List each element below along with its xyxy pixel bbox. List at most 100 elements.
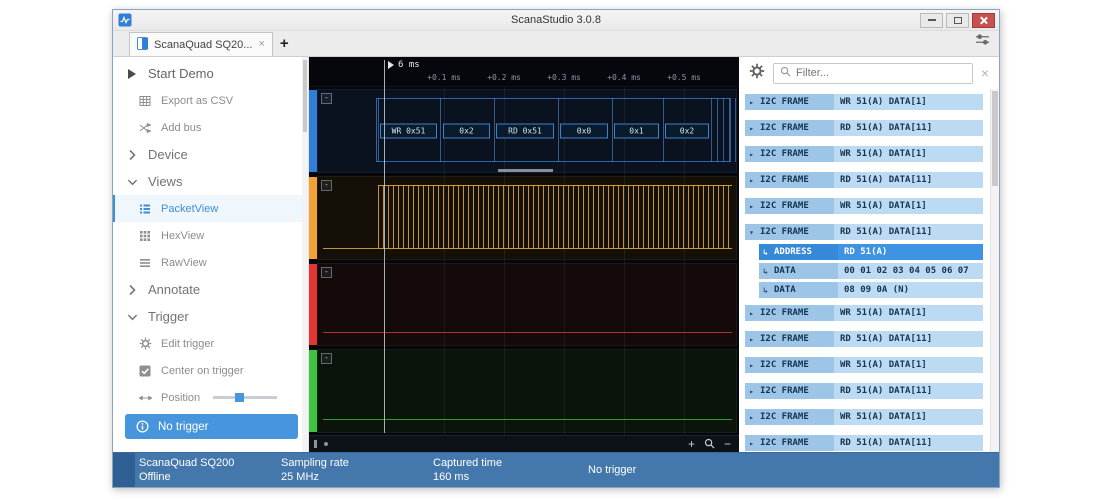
expand-triangle-icon[interactable]: ▸ [745, 435, 758, 451]
sidebar-item-rawview[interactable]: RawView [113, 249, 308, 276]
packet-row[interactable]: ▸ I2C FRAME RD 51(A) DATA[11] [745, 435, 983, 451]
packet-row[interactable]: ▸ I2C FRAME WR 51(A) DATA[1] [745, 409, 983, 425]
minimize-button[interactable] [920, 12, 943, 28]
decoded-value-box[interactable]: 0x0 [560, 123, 608, 139]
channel-3-collapse-button[interactable]: - [321, 266, 332, 278]
packet-subrow[interactable]: ↳ DATA 00 01 02 03 04 05 06 07 [759, 263, 983, 279]
sidebar-item-label: Edit trigger [161, 337, 215, 350]
expand-triangle-icon[interactable]: ▸ [745, 383, 758, 399]
filter-search-box[interactable] [773, 62, 973, 84]
sidebar-item-device[interactable]: Device [113, 141, 308, 168]
expand-triangle-icon[interactable]: ▸ [745, 409, 758, 425]
sidebar-scrollbar[interactable] [302, 57, 308, 452]
subrow-arrow-icon[interactable]: ↳ [759, 244, 772, 260]
channel-2-clock-burst [378, 184, 732, 249]
sidebar-item-label: Views [148, 174, 183, 189]
sidebar-item-label: Position [161, 391, 201, 404]
expand-triangle-icon[interactable]: ▸ [745, 146, 758, 162]
decoded-value-box[interactable]: 0x1 [614, 123, 659, 139]
sidebar-item-start-demo[interactable]: Start Demo [113, 60, 308, 87]
magnifier-icon[interactable] [704, 438, 715, 451]
sidebar-item-position[interactable]: Position [113, 384, 308, 411]
channel-4[interactable]: - [309, 349, 737, 433]
packet-row[interactable]: ▸ I2C FRAME RD 51(A) DATA[11] [745, 383, 983, 399]
packet-row[interactable]: ▸ I2C FRAME WR 51(A) DATA[1] [745, 357, 983, 373]
expand-triangle-icon[interactable]: ▸ [745, 305, 758, 321]
maximize-button[interactable] [946, 12, 969, 28]
decode-range-handle[interactable] [498, 168, 553, 172]
waveform-hscrollbar[interactable]: + − [309, 435, 739, 452]
sidebar-item-hexview[interactable]: HexView [113, 222, 308, 249]
filter-input[interactable] [796, 67, 966, 79]
zoom-in-button[interactable]: + [688, 438, 695, 450]
packet-row[interactable]: ▸ I2C FRAME WR 51(A) DATA[1] [745, 94, 983, 110]
channel-1[interactable]: - WR 0x51 0x2 RD 0x51 0x0 0x1 0x2 [309, 89, 737, 173]
packet-subrow[interactable]: ↳ ADDRESS RD 51(A) [759, 244, 983, 260]
packet-subrow[interactable]: ↳ DATA 08 09 0A (N) [759, 282, 983, 298]
channel-4-trace[interactable]: - [317, 349, 737, 433]
sidebar-item-trigger[interactable]: Trigger [113, 303, 308, 330]
channel-1-collapse-button[interactable]: - [321, 93, 332, 104]
packet-scrollbar[interactable] [990, 89, 999, 452]
packet-settings-gear-icon[interactable] [749, 63, 765, 84]
device-state: Offline [139, 471, 171, 483]
subrow-arrow-icon[interactable]: ↳ [759, 263, 772, 279]
waveform-area[interactable]: +0.1 ms +0.2 ms +0.3 ms +0.4 ms +0.5 ms 6 ms… [309, 57, 739, 452]
channel-3[interactable]: - [309, 262, 737, 347]
signal-transition [717, 98, 718, 162]
layout-settings-icon[interactable] [975, 33, 990, 51]
time-cursor[interactable] [384, 60, 385, 433]
panel-close-icon[interactable]: × [981, 66, 989, 80]
expand-triangle-icon[interactable]: ▸ [745, 120, 758, 136]
packet-row[interactable]: ▸ I2C FRAME WR 51(A) DATA[1] [745, 198, 983, 214]
hscroll-thumb[interactable] [314, 440, 317, 448]
channel-2[interactable]: - [309, 175, 737, 260]
sidebar-item-views[interactable]: Views [113, 168, 308, 195]
channel-1-color-bar[interactable] [309, 90, 317, 172]
channel-2-trace[interactable]: - [317, 175, 737, 260]
sidebar-item-edit-trigger[interactable]: Edit trigger [113, 330, 308, 357]
position-slider[interactable] [213, 393, 278, 402]
add-tab-button[interactable]: + [280, 36, 289, 51]
channel-2-color-bar[interactable] [309, 176, 317, 259]
slider-thumb[interactable] [235, 393, 245, 402]
packet-row[interactable]: ▸ I2C FRAME WR 51(A) DATA[1] [745, 305, 983, 321]
sidebar-item-no-trigger[interactable]: No trigger [125, 414, 298, 439]
expand-triangle-icon[interactable]: ▸ [745, 357, 758, 373]
collapse-triangle-icon[interactable]: ▾ [745, 224, 758, 240]
packet-row[interactable]: ▸ I2C FRAME RD 51(A) DATA[11] [745, 120, 983, 136]
channel-4-collapse-button[interactable]: - [321, 353, 332, 365]
sidebar-item-packetview[interactable]: PacketView [113, 195, 308, 222]
packet-scrollbar-thumb[interactable] [992, 91, 998, 186]
packet-row[interactable]: ▸ I2C FRAME WR 51(A) DATA[1] [745, 146, 983, 162]
expand-triangle-icon[interactable]: ▸ [745, 94, 758, 110]
sidebar-item-label: No trigger [158, 420, 209, 433]
tab-close-icon[interactable]: × [258, 39, 264, 50]
channel-4-color-bar[interactable] [309, 350, 317, 432]
sidebar-item-center-on-trigger[interactable]: Center on trigger [113, 357, 308, 384]
cursor-flag: 6 ms [388, 60, 420, 70]
close-button[interactable] [972, 12, 995, 28]
expand-triangle-icon[interactable]: ▸ [745, 172, 758, 188]
tab-scanaquad[interactable]: ScanaQuad SQ20... × [129, 32, 273, 56]
sidebar-item-annotate[interactable]: Annotate [113, 276, 308, 303]
packet-row-value: WR 51(A) DATA[1] [834, 409, 983, 425]
decoded-value-box[interactable]: 0x2 [443, 123, 490, 139]
channel-3-trace[interactable]: - [317, 262, 737, 347]
packet-row[interactable]: ▸ I2C FRAME RD 51(A) DATA[11] [745, 172, 983, 188]
channel-2-collapse-button[interactable]: - [321, 179, 332, 191]
packet-row[interactable]: ▾ I2C FRAME RD 51(A) DATA[11] [745, 224, 983, 240]
decoded-value-box[interactable]: RD 0x51 [496, 123, 554, 139]
decoded-value-box[interactable]: WR 0x51 [380, 123, 437, 139]
sidebar-scrollbar-thumb[interactable] [303, 60, 307, 132]
expand-triangle-icon[interactable]: ▸ [745, 198, 758, 214]
subrow-arrow-icon[interactable]: ↳ [759, 282, 772, 298]
zoom-out-button[interactable]: − [724, 438, 731, 450]
packet-row[interactable]: ▸ I2C FRAME RD 51(A) DATA[11] [745, 331, 983, 347]
sidebar-item-export-csv[interactable]: Export as CSV [113, 87, 308, 114]
channel-3-color-bar[interactable] [309, 263, 317, 346]
decoded-value-box[interactable]: 0x2 [665, 123, 709, 139]
channel-1-trace[interactable]: - WR 0x51 0x2 RD 0x51 0x0 0x1 0x2 [317, 89, 737, 173]
expand-triangle-icon[interactable]: ▸ [745, 331, 758, 347]
sidebar-item-add-bus[interactable]: Add bus [113, 114, 308, 141]
